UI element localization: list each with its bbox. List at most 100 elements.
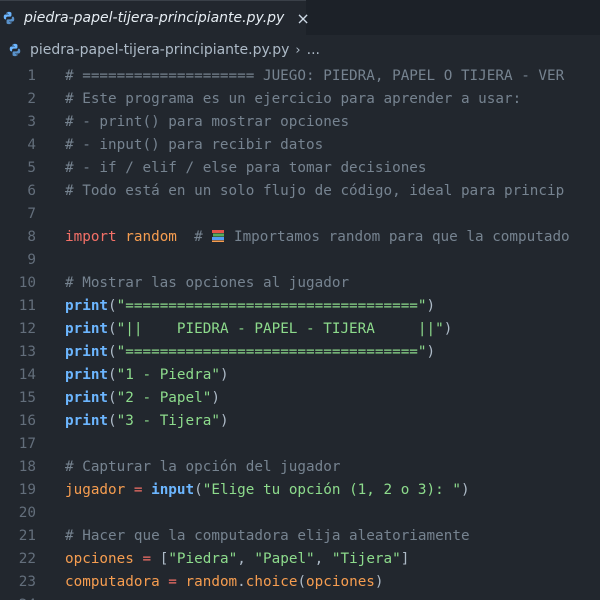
code-token: import — [65, 229, 117, 245]
code-line: 10 # Mostrar las opciones al jugador — [0, 272, 600, 295]
code-line: 16 print("3 - Tijera") — [0, 410, 600, 433]
code-line: 7 — [0, 203, 600, 226]
python-file-icon — [3, 11, 15, 25]
code-text: opciones = ["Piedra", "Papel", "Tijera"] — [65, 548, 409, 571]
code-editor[interactable]: 1 # ==================== JUEGO: PIEDRA, P… — [0, 65, 600, 600]
code-token: Importamos random para que la computado — [225, 229, 570, 245]
line-number: 19 — [18, 482, 36, 498]
code-line: 17 — [0, 433, 600, 456]
code-token: "==================================" — [116, 344, 427, 360]
code-line: 6 # Todo está en un solo flujo de código,… — [0, 180, 600, 203]
code-token: ) — [219, 367, 229, 383]
code-token: choice — [245, 574, 298, 590]
code-token: "3 - Tijera" — [116, 413, 220, 429]
code-token: opciones — [65, 551, 134, 567]
tab-label: piedra-papel-tijera-principiante.py.py — [24, 10, 285, 26]
code-line: 9 — [0, 249, 600, 272]
code-token: computadora — [65, 574, 160, 590]
code-token: # - print() para mostrar opciones — [65, 114, 350, 130]
code-text: print("1 - Piedra") — [65, 364, 229, 387]
code-text: print("|| PIEDRA - PAPEL - TIJERA ||") — [65, 318, 452, 341]
line-number: 18 — [18, 459, 36, 475]
code-token: # ==================== JUEGO: PIEDRA, PA… — [65, 68, 565, 84]
code-token: ( — [108, 298, 117, 314]
code-token: ( — [194, 482, 203, 498]
code-line: 2 # Este programa es un ejercicio para ap… — [0, 88, 600, 111]
code-token: # Mostrar las opciones al jugador — [65, 275, 350, 291]
line-number: 24 — [0, 594, 36, 600]
code-token: ) — [426, 298, 436, 314]
code-token: # - if / elif / else para tomar decision… — [65, 160, 427, 176]
code-line: 19 jugador = input("Elige tu opción (1, 2… — [0, 479, 600, 502]
code-token: input — [151, 482, 195, 498]
code-token: print — [65, 344, 109, 360]
code-token: ( — [108, 390, 117, 406]
code-text: # Hacer que la computadora elija aleator… — [65, 525, 470, 548]
code-text: # Este programa es un ejercicio para apr… — [65, 88, 521, 111]
code-text: # Mostrar las opciones al jugador — [65, 272, 349, 295]
code-token: # Capturar la opción del jugador — [65, 459, 341, 475]
code-token: # - input() para recibir datos — [65, 137, 324, 153]
editor-tab-active[interactable]: piedra-papel-tijera-principiante.py.py × — [0, 0, 310, 35]
code-token: print — [65, 413, 109, 429]
line-number: 15 — [18, 390, 36, 406]
code-token: "Elige tu opción (1, 2 o 3): " — [202, 482, 461, 498]
breadcrumb-file[interactable]: piedra-papel-tijera-principiante.py.py — [30, 42, 289, 58]
code-token: print — [65, 298, 109, 314]
line-number: 13 — [18, 344, 36, 360]
code-text: print("2 - Papel") — [65, 387, 220, 410]
code-token: print — [65, 390, 109, 406]
line-number: 21 — [18, 528, 36, 544]
code-line: 24 — [0, 594, 600, 600]
line-number: 4 — [27, 137, 36, 153]
code-line: 21 # Hacer que la computadora elija aleat… — [0, 525, 600, 548]
code-token: "|| PIEDRA - PAPEL - TIJERA ||" — [116, 321, 444, 337]
code-token: random — [185, 574, 238, 590]
line-number: 1 — [27, 68, 36, 84]
code-token: = — [125, 482, 152, 498]
code-text: # - input() para recibir datos — [65, 134, 323, 157]
code-token: "Piedra" — [168, 551, 238, 567]
code-token: ) — [443, 321, 453, 337]
code-line: 20 — [0, 502, 600, 525]
code-token: ( — [108, 344, 117, 360]
close-icon[interactable]: × — [296, 9, 309, 28]
code-text: # Capturar la opción del jugador — [65, 456, 340, 479]
code-text: # - print() para mostrar opciones — [65, 111, 349, 134]
line-number: 16 — [18, 413, 36, 429]
code-token: # — [176, 229, 212, 245]
code-line: 5 # - if / elif / else para tomar decisio… — [0, 157, 600, 180]
line-number: 8 — [27, 229, 36, 245]
line-number: 17 — [18, 436, 36, 452]
code-text: # ==================== JUEGO: PIEDRA, PA… — [65, 65, 564, 88]
line-number: 2 — [27, 91, 36, 107]
tab-bar: piedra-papel-tijera-principiante.py.py × — [0, 0, 600, 35]
line-number: 7 — [27, 206, 36, 222]
line-number: 20 — [18, 505, 36, 521]
line-number: 12 — [18, 321, 36, 337]
line-number: 5 — [27, 160, 36, 176]
code-token: ) — [426, 344, 436, 360]
code-text: print("=================================… — [65, 295, 435, 318]
code-token: "==================================" — [116, 298, 427, 314]
line-number: 11 — [18, 298, 36, 314]
code-text: import random # Importamos random para q… — [65, 226, 570, 249]
line-number: 3 — [27, 114, 36, 130]
breadcrumb: piedra-papel-tijera-principiante.py.py ›… — [0, 35, 600, 65]
code-text: jugador = input("Elige tu opción (1, 2 o… — [65, 479, 470, 502]
code-token: , — [237, 551, 255, 567]
code-token: print — [65, 367, 109, 383]
code-line: 18 # Capturar la opción del jugador — [0, 456, 600, 479]
code-token: ( — [297, 574, 307, 590]
code-token: ] — [400, 551, 410, 567]
code-token: print — [65, 321, 109, 337]
code-text: print("=================================… — [65, 341, 435, 364]
code-line: 15 print("2 - Papel") — [0, 387, 600, 410]
code-line: 22 opciones = ["Piedra", "Papel", "Tijera… — [0, 548, 600, 571]
line-number: 23 — [18, 574, 36, 590]
code-token: ) — [460, 482, 470, 498]
code-line: 4 # - input() para recibir datos — [0, 134, 600, 157]
breadcrumb-more[interactable]: ... — [307, 42, 320, 58]
python-file-icon — [9, 43, 21, 57]
